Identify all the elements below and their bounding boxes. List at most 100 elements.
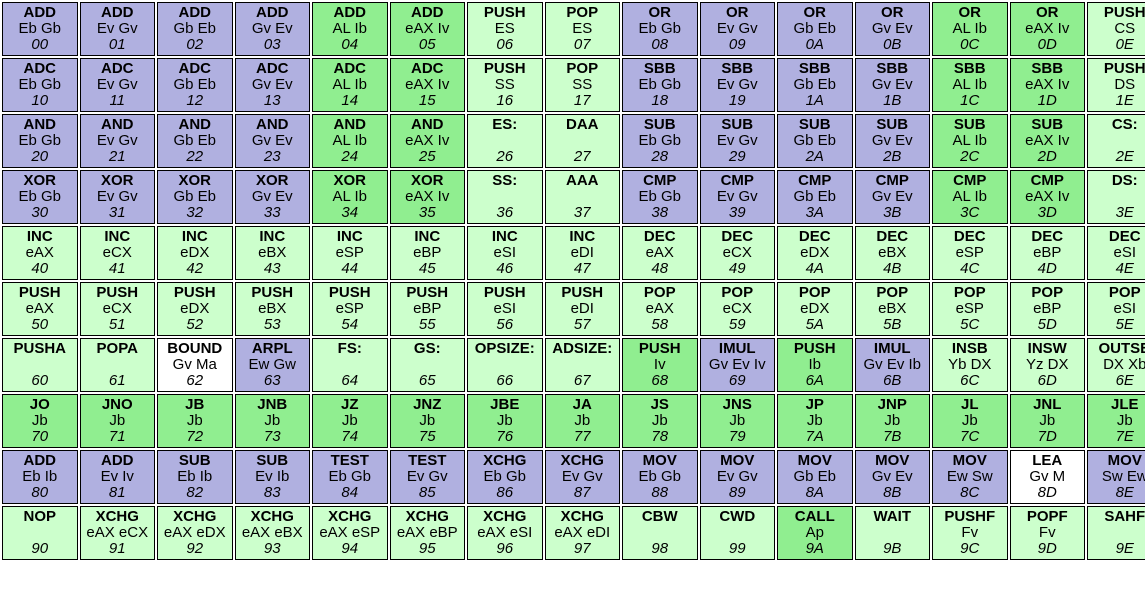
opcode-cell-21[interactable]: AND Ev Gv 21 [79, 114, 155, 168]
opcode-cell-40[interactable]: INC eAX 40 [2, 226, 78, 280]
opcode-cell-44[interactable]: INC eSP 44 [312, 226, 388, 280]
opcode-cell-06[interactable]: PUSH ES 06 [467, 2, 543, 56]
opcode-cell-14[interactable]: ADC AL Ib 14 [312, 58, 388, 112]
opcode-cell-8C[interactable]: MOV Ew Sw 8C [932, 450, 1008, 504]
opcode-cell-48[interactable]: DEC eAX 48 [622, 226, 698, 280]
opcode-cell-56[interactable]: PUSH eSI 56 [467, 282, 543, 336]
opcode-cell-50[interactable]: PUSH eAX 50 [2, 282, 78, 336]
opcode-cell-72[interactable]: JB Jb 72 [157, 394, 233, 448]
opcode-cell-22[interactable]: AND Gb Eb 22 [157, 114, 233, 168]
opcode-cell-0B[interactable]: OR Gv Ev 0B [854, 2, 930, 56]
opcode-cell-78[interactable]: JS Jb 78 [622, 394, 698, 448]
opcode-cell-58[interactable]: POP eAX 58 [622, 282, 698, 336]
opcode-cell-17[interactable]: POP SS 17 [544, 58, 620, 112]
opcode-cell-07[interactable]: POP ES 07 [544, 2, 620, 56]
opcode-cell-98[interactable]: CBW 98 [622, 506, 698, 560]
opcode-cell-00[interactable]: ADD Eb Gb 00 [2, 2, 78, 56]
opcode-cell-92[interactable]: XCHG eAX eDX 92 [157, 506, 233, 560]
opcode-cell-08[interactable]: OR Eb Gb 08 [622, 2, 698, 56]
opcode-cell-1A[interactable]: SBB Gb Eb 1A [777, 58, 853, 112]
opcode-cell-76[interactable]: JBE Jb 76 [467, 394, 543, 448]
opcode-cell-4D[interactable]: DEC eBP 4D [1009, 226, 1085, 280]
opcode-cell-64[interactable]: FS: 64 [312, 338, 388, 392]
opcode-cell-3A[interactable]: CMP Gb Eb 3A [777, 170, 853, 224]
opcode-cell-97[interactable]: XCHG eAX eDI 97 [544, 506, 620, 560]
opcode-cell-5B[interactable]: POP eBX 5B [854, 282, 930, 336]
opcode-cell-42[interactable]: INC eDX 42 [157, 226, 233, 280]
opcode-cell-81[interactable]: ADD Ev Iv 81 [79, 450, 155, 504]
opcode-cell-61[interactable]: POPA 61 [79, 338, 155, 392]
opcode-cell-57[interactable]: PUSH eDI 57 [544, 282, 620, 336]
opcode-cell-5A[interactable]: POP eDX 5A [777, 282, 853, 336]
opcode-cell-67[interactable]: ADSIZE: 67 [544, 338, 620, 392]
opcode-cell-09[interactable]: OR Ev Gv 09 [699, 2, 775, 56]
opcode-cell-2C[interactable]: SUB AL Ib 2C [932, 114, 1008, 168]
opcode-cell-39[interactable]: CMP Ev Gv 39 [699, 170, 775, 224]
opcode-cell-99[interactable]: CWD 99 [699, 506, 775, 560]
opcode-cell-55[interactable]: PUSH eBP 55 [389, 282, 465, 336]
opcode-cell-35[interactable]: XOR eAX Iv 35 [389, 170, 465, 224]
opcode-cell-1D[interactable]: SBB eAX Iv 1D [1009, 58, 1085, 112]
opcode-cell-95[interactable]: XCHG eAX eBP 95 [389, 506, 465, 560]
opcode-cell-62[interactable]: BOUND Gv Ma 62 [157, 338, 233, 392]
opcode-cell-15[interactable]: ADC eAX Iv 15 [389, 58, 465, 112]
opcode-cell-20[interactable]: AND Eb Gb 20 [2, 114, 78, 168]
opcode-cell-4B[interactable]: DEC eBX 4B [854, 226, 930, 280]
opcode-cell-31[interactable]: XOR Ev Gv 31 [79, 170, 155, 224]
opcode-cell-01[interactable]: ADD Ev Gv 01 [79, 2, 155, 56]
opcode-cell-05[interactable]: ADD eAX Iv 05 [389, 2, 465, 56]
opcode-cell-26[interactable]: ES: 26 [467, 114, 543, 168]
opcode-cell-88[interactable]: MOV Eb Gb 88 [622, 450, 698, 504]
opcode-cell-59[interactable]: POP eCX 59 [699, 282, 775, 336]
opcode-cell-4C[interactable]: DEC eSP 4C [932, 226, 1008, 280]
opcode-cell-12[interactable]: ADC Gb Eb 12 [157, 58, 233, 112]
opcode-cell-6C[interactable]: INSB Yb DX 6C [932, 338, 1008, 392]
opcode-cell-11[interactable]: ADC Ev Gv 11 [79, 58, 155, 112]
opcode-cell-82[interactable]: SUB Eb Ib 82 [157, 450, 233, 504]
opcode-cell-0E[interactable]: PUSH CS 0E [1087, 2, 1145, 56]
opcode-cell-2A[interactable]: SUB Gb Eb 2A [777, 114, 853, 168]
opcode-cell-75[interactable]: JNZ Jb 75 [389, 394, 465, 448]
opcode-cell-0C[interactable]: OR AL Ib 0C [932, 2, 1008, 56]
opcode-cell-51[interactable]: PUSH eCX 51 [79, 282, 155, 336]
opcode-cell-2E[interactable]: CS: 2E [1087, 114, 1145, 168]
opcode-cell-0A[interactable]: OR Gb Eb 0A [777, 2, 853, 56]
opcode-cell-77[interactable]: JA Jb 77 [544, 394, 620, 448]
opcode-cell-4E[interactable]: DEC eSI 4E [1087, 226, 1145, 280]
opcode-cell-9B[interactable]: WAIT 9B [854, 506, 930, 560]
opcode-cell-90[interactable]: NOP 90 [2, 506, 78, 560]
opcode-cell-43[interactable]: INC eBX 43 [234, 226, 310, 280]
opcode-cell-7C[interactable]: JL Jb 7C [932, 394, 1008, 448]
opcode-cell-1E[interactable]: PUSH DS 1E [1087, 58, 1145, 112]
opcode-cell-24[interactable]: AND AL Ib 24 [312, 114, 388, 168]
opcode-cell-36[interactable]: SS: 36 [467, 170, 543, 224]
opcode-cell-2B[interactable]: SUB Gv Ev 2B [854, 114, 930, 168]
opcode-cell-34[interactable]: XOR AL Ib 34 [312, 170, 388, 224]
opcode-cell-3E[interactable]: DS: 3E [1087, 170, 1145, 224]
opcode-cell-7B[interactable]: JNP Jb 7B [854, 394, 930, 448]
opcode-cell-65[interactable]: GS: 65 [389, 338, 465, 392]
opcode-cell-49[interactable]: DEC eCX 49 [699, 226, 775, 280]
opcode-cell-7A[interactable]: JP Jb 7A [777, 394, 853, 448]
opcode-cell-8D[interactable]: LEA Gv M 8D [1009, 450, 1085, 504]
opcode-cell-1C[interactable]: SBB AL Ib 1C [932, 58, 1008, 112]
opcode-cell-19[interactable]: SBB Ev Gv 19 [699, 58, 775, 112]
opcode-cell-2D[interactable]: SUB eAX Iv 2D [1009, 114, 1085, 168]
opcode-cell-25[interactable]: AND eAX Iv 25 [389, 114, 465, 168]
opcode-cell-69[interactable]: IMUL Gv Ev Iv 69 [699, 338, 775, 392]
opcode-cell-9D[interactable]: POPF Fv 9D [1009, 506, 1085, 560]
opcode-cell-30[interactable]: XOR Eb Gb 30 [2, 170, 78, 224]
opcode-cell-74[interactable]: JZ Jb 74 [312, 394, 388, 448]
opcode-cell-91[interactable]: XCHG eAX eCX 91 [79, 506, 155, 560]
opcode-cell-79[interactable]: JNS Jb 79 [699, 394, 775, 448]
opcode-cell-33[interactable]: XOR Gv Ev 33 [234, 170, 310, 224]
opcode-cell-52[interactable]: PUSH eDX 52 [157, 282, 233, 336]
opcode-cell-94[interactable]: XCHG eAX eSP 94 [312, 506, 388, 560]
opcode-cell-6D[interactable]: INSW Yz DX 6D [1009, 338, 1085, 392]
opcode-cell-89[interactable]: MOV Ev Gv 89 [699, 450, 775, 504]
opcode-cell-60[interactable]: PUSHA 60 [2, 338, 78, 392]
opcode-cell-47[interactable]: INC eDI 47 [544, 226, 620, 280]
opcode-cell-8E[interactable]: MOV Sw Ew 8E [1087, 450, 1145, 504]
opcode-cell-8B[interactable]: MOV Gv Ev 8B [854, 450, 930, 504]
opcode-cell-13[interactable]: ADC Gv Ev 13 [234, 58, 310, 112]
